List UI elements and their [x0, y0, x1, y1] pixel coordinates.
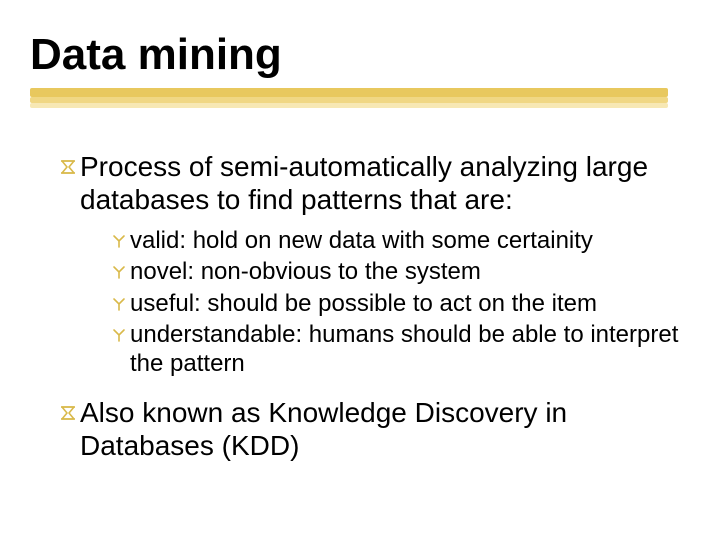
- z-bullet-icon: [60, 405, 76, 421]
- list-item-text: Process of semi-automatically analyzing …: [80, 150, 680, 216]
- list-item-text: Also known as Knowledge Discovery in Dat…: [80, 396, 680, 462]
- title-underline: [30, 88, 668, 110]
- list-item-text: novel: non-obvious to the system: [130, 257, 680, 286]
- list-item: understandable: humans should be able to…: [112, 320, 680, 379]
- y-bullet-icon: [112, 328, 126, 342]
- slide: Data mining Process of semi-automaticall…: [0, 0, 720, 540]
- y-bullet-icon: [112, 297, 126, 311]
- list-item: novel: non-obvious to the system: [112, 257, 680, 286]
- z-bullet-icon: [60, 159, 76, 175]
- sub-list: valid: hold on new data with some certai…: [112, 226, 680, 378]
- slide-title: Data mining: [30, 30, 282, 80]
- list-item-text: understandable: humans should be able to…: [130, 320, 680, 379]
- list-item: Also known as Knowledge Discovery in Dat…: [60, 396, 680, 462]
- list-item: valid: hold on new data with some certai…: [112, 226, 680, 255]
- y-bullet-icon: [112, 265, 126, 279]
- y-bullet-icon: [112, 234, 126, 248]
- list-item: Process of semi-automatically analyzing …: [60, 150, 680, 216]
- list-item-text: useful: should be possible to act on the…: [130, 289, 680, 318]
- list-item: useful: should be possible to act on the…: [112, 289, 680, 318]
- list-item-text: valid: hold on new data with some certai…: [130, 226, 680, 255]
- slide-body: Process of semi-automatically analyzing …: [60, 150, 680, 472]
